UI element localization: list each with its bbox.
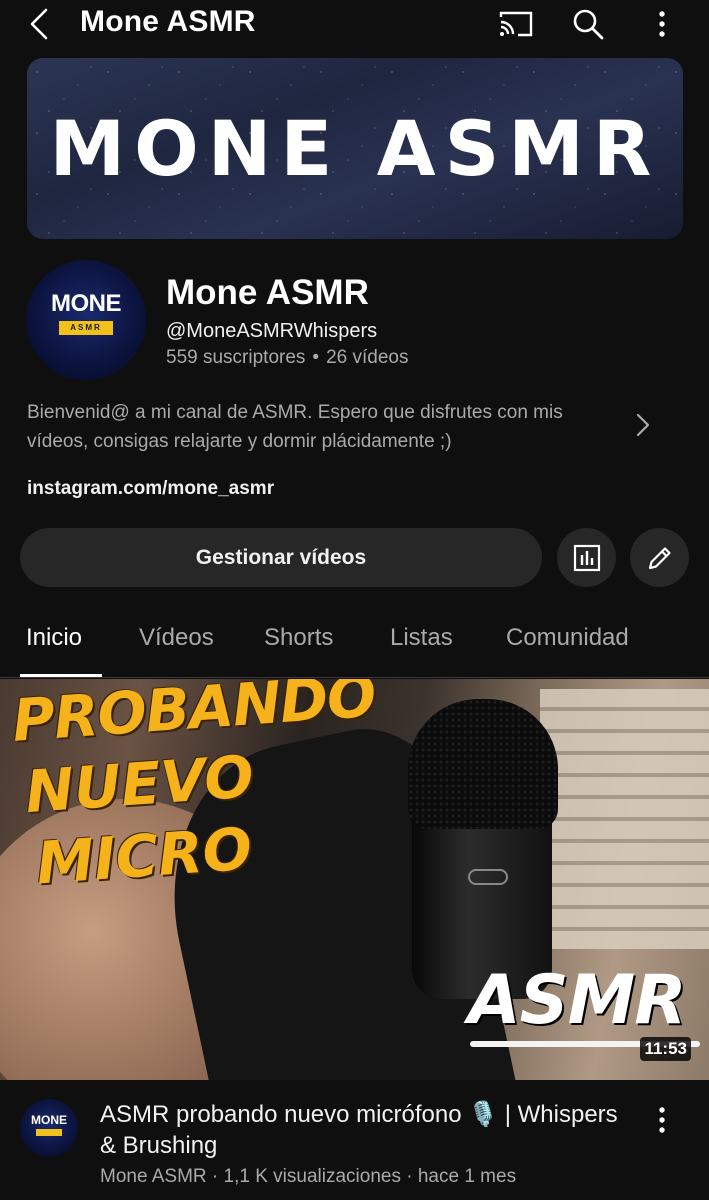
tab-videos[interactable]: Vídeos: [139, 624, 214, 652]
avatar-logo-name: MONE: [31, 1113, 67, 1127]
manage-videos-button[interactable]: Gestionar vídeos: [20, 528, 542, 587]
video-count: 26 vídeos: [326, 347, 409, 368]
channel-tabs: Inicio Vídeos Shorts Listas Comunidad: [0, 608, 709, 678]
cast-button[interactable]: [496, 4, 536, 44]
video-more-button[interactable]: [646, 1102, 678, 1138]
channel-avatar[interactable]: MONE ASMR: [26, 260, 146, 380]
tab-listas[interactable]: Listas: [390, 624, 453, 652]
video-title[interactable]: ASMR probando nuevo micrófono 🎙️ | Whisp…: [100, 1099, 620, 1161]
back-button[interactable]: [22, 6, 56, 42]
video-thumbnail[interactable]: PROBANDO NUEVO MICRO ASMR 11:53: [0, 679, 709, 1080]
page-title: Mone ASMR: [80, 5, 256, 38]
thumbnail-title-text: PROBANDO NUEVO MICRO: [10, 679, 388, 900]
cast-icon: [499, 11, 533, 37]
more-vertical-icon: [659, 11, 665, 37]
subscriber-count: 559 suscriptores: [166, 347, 306, 368]
avatar-logo-tag: [36, 1129, 62, 1136]
top-app-bar: Mone ASMR: [0, 0, 709, 48]
edit-pencil-icon: [648, 546, 671, 569]
channel-description[interactable]: Bienvenid@ a mi canal de ASMR. Espero qu…: [27, 398, 627, 456]
banner-text: MONE ASMR: [49, 104, 661, 193]
tab-inicio[interactable]: Inicio: [26, 624, 82, 652]
more-vertical-icon: [659, 1107, 665, 1133]
description-expand-button[interactable]: [628, 410, 658, 440]
tab-shorts[interactable]: Shorts: [264, 624, 333, 652]
thumbnail-microphone-logo: [468, 869, 508, 885]
edit-channel-button[interactable]: [630, 528, 689, 587]
more-options-button[interactable]: [642, 4, 682, 44]
analytics-button[interactable]: [557, 528, 616, 587]
video-duration: 11:53: [640, 1037, 691, 1061]
thumbnail-badge-text: ASMR: [468, 961, 687, 1040]
thumbnail-background: [540, 689, 709, 949]
channel-name: Mone ASMR: [166, 273, 369, 312]
channel-link[interactable]: instagram.com/mone_asmr: [27, 478, 274, 500]
video-meta: Mone ASMR · 1,1 K visualizaciones · hace…: [100, 1166, 517, 1187]
thumbnail-microphone-head: [408, 699, 558, 829]
stats-separator: •: [312, 347, 320, 368]
channel-banner: MONE ASMR: [27, 58, 683, 239]
search-icon: [573, 9, 604, 40]
avatar-logo-name: MONE: [51, 290, 122, 317]
active-tab-indicator: [20, 674, 102, 677]
avatar-logo-tag: ASMR: [59, 321, 113, 335]
video-channel-avatar[interactable]: MONE: [20, 1099, 78, 1157]
channel-handle: @MoneASMRWhispers: [166, 320, 378, 342]
chevron-right-icon: [636, 413, 650, 437]
channel-stats: 559 suscriptores • 26 vídeos: [166, 347, 408, 369]
analytics-icon: [573, 544, 600, 571]
search-button[interactable]: [568, 4, 608, 44]
back-arrow-icon: [30, 8, 48, 40]
tab-comunidad[interactable]: Comunidad: [506, 624, 629, 652]
